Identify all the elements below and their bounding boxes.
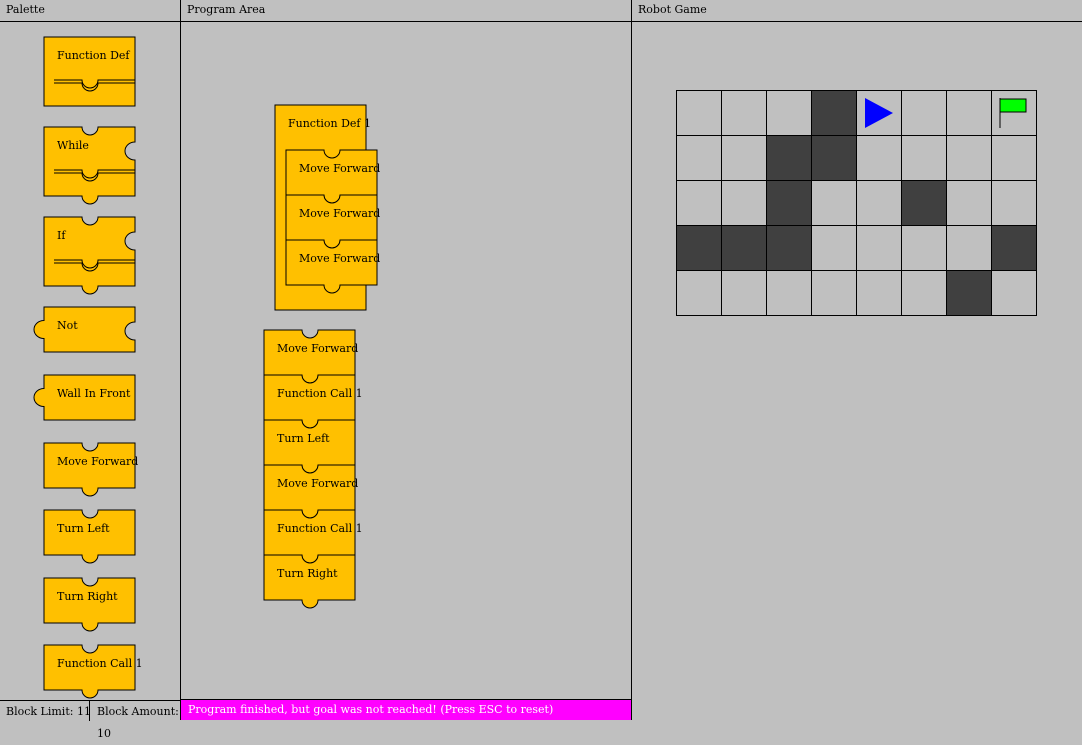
goal-flag-icon: [999, 98, 1027, 128]
floor-cell: [721, 135, 767, 181]
wall-cell: [766, 180, 812, 226]
palette-block-list: Function Def While If Not Wall In Front Move …: [33, 36, 143, 699]
program-area-panel[interactable]: Program Area Function Def 1 Move Forward M…: [181, 0, 631, 720]
status-divider: [89, 701, 90, 721]
wall-cell: [766, 225, 812, 271]
floor-cell: [856, 270, 902, 316]
floor-cell: [901, 225, 947, 271]
floor-cell: [721, 270, 767, 316]
palette-block-turn-right[interactable]: Turn Right: [43, 577, 136, 632]
floor-cell: [901, 90, 947, 136]
floor-cell: [991, 180, 1037, 226]
wall-cell: [811, 90, 857, 136]
floor-cell: [721, 90, 767, 136]
floor-cell: [676, 270, 722, 316]
floor-cell: [676, 90, 722, 136]
block-label: If: [57, 229, 66, 242]
block-label: Function Def: [57, 49, 130, 62]
floor-cell: [856, 225, 902, 271]
wall-cell: [946, 270, 992, 316]
floor-cell: [991, 135, 1037, 181]
floor-cell: [946, 225, 992, 271]
floor-cell: [946, 135, 992, 181]
palette-block-function-def[interactable]: Function Def: [43, 36, 136, 107]
block-limit-label: Block Limit: 11: [6, 705, 91, 718]
floor-cell: [811, 180, 857, 226]
block-label: Move Forward: [299, 162, 380, 175]
floor-cell: [901, 270, 947, 316]
wall-cell: [676, 225, 722, 271]
floor-cell: [811, 270, 857, 316]
palette-panel: Palette Function Def While If Not Wall In Fr…: [0, 0, 180, 740]
floor-cell: [856, 180, 902, 226]
block-label: Function Def 1: [288, 117, 371, 130]
block-label: Function Call 1: [277, 387, 363, 400]
floor-cell: [676, 180, 722, 226]
floor-cell: [811, 225, 857, 271]
wall-cell: [811, 135, 857, 181]
block-label: Turn Left: [277, 432, 330, 445]
block-label: While: [57, 139, 89, 152]
block-label: Turn Right: [277, 567, 338, 580]
palette-block-move-forward[interactable]: Move Forward: [43, 442, 138, 497]
floor-cell: [901, 135, 947, 181]
block-label: Move Forward: [57, 455, 138, 468]
floor-cell: [991, 270, 1037, 316]
floor-cell: [766, 270, 812, 316]
block-label: Move Forward: [299, 207, 380, 220]
robot-grid: [676, 90, 1038, 317]
floor-cell: [946, 180, 992, 226]
wall-cell: [991, 225, 1037, 271]
function-body-block[interactable]: Move Forward: [285, 239, 380, 294]
wall-cell: [766, 135, 812, 181]
block-label: Move Forward: [277, 477, 358, 490]
wall-cell: [901, 180, 947, 226]
block-status-bar: Block Limit: 11 Block Amount: 10: [0, 700, 180, 740]
wall-cell: [721, 225, 767, 271]
floor-cell: [946, 90, 992, 136]
palette-block-if[interactable]: If: [43, 216, 136, 295]
block-label: Turn Right: [57, 590, 118, 603]
robot-game-header: Robot Game: [632, 0, 1082, 22]
palette-block-function-call-1[interactable]: Function Call 1: [43, 644, 143, 699]
floor-cell: [766, 90, 812, 136]
block-label: Not: [57, 319, 78, 332]
block-label: Move Forward: [299, 252, 380, 265]
palette-block-turn-left[interactable]: Turn Left: [43, 509, 136, 564]
block-amount-label: Block Amount: 10: [97, 705, 179, 740]
program-canvas[interactable]: Function Def 1 Move Forward Move Forward Mo…: [181, 0, 631, 698]
block-label: Function Call 1: [57, 657, 143, 670]
palette-block-while[interactable]: While: [43, 126, 136, 205]
palette-block-wall-in-front[interactable]: Wall In Front: [33, 374, 136, 421]
program-status-message: Program finished, but goal was not reach…: [181, 699, 631, 720]
block-label: Function Call 1: [277, 522, 363, 535]
robot-arrow-icon: [865, 98, 893, 128]
program-block-turn-right[interactable]: Turn Right: [263, 554, 356, 609]
block-label: Turn Left: [57, 522, 110, 535]
block-label: Wall In Front: [57, 387, 131, 400]
block-label: Move Forward: [277, 342, 358, 355]
floor-cell: [856, 135, 902, 181]
palette-block-not[interactable]: Not: [33, 306, 136, 353]
floor-cell: [721, 180, 767, 226]
floor-cell: [676, 135, 722, 181]
